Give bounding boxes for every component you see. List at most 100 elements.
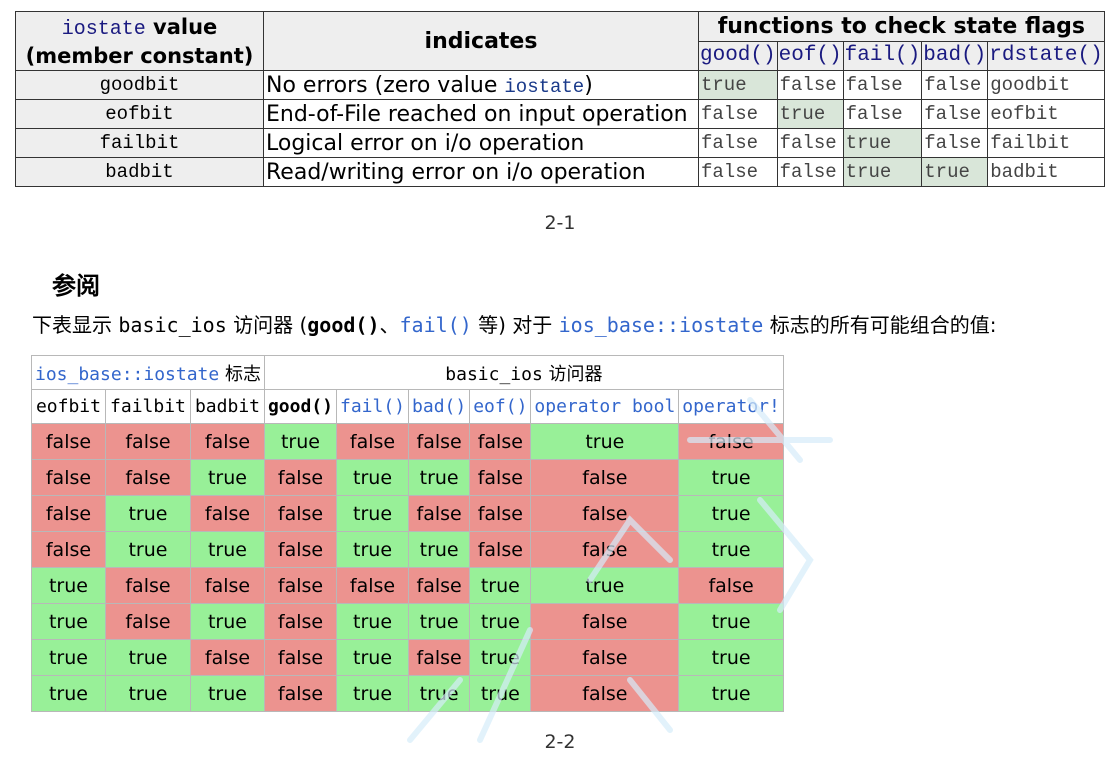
value-cell: true [335,495,410,532]
flag-name: goodbit [15,70,264,100]
header-function-fail: fail() [842,40,923,71]
flag-name: eofbit [15,99,264,129]
value-cell: true [469,603,532,640]
value-cell: false [104,567,192,604]
value-cell: true [678,495,784,532]
flag-description: Read/writing error on i/o operation [263,157,699,187]
value-cell: true [190,675,265,712]
state-value-cell: false [776,157,844,187]
value-cell: false [263,675,338,712]
table-row: false true true false true true false false true [31,531,784,568]
flag-description: No errors (zero value iostate) [263,70,699,100]
column-bad[interactable]: bad() [408,389,471,424]
iostate-flags-table: iostate value (member constant) indicate… [15,11,1105,187]
group-iostate-flags: ios_base::iostate 标志 [31,355,265,390]
state-value-cell: failbit [987,128,1105,158]
intro-text-3: 、 [379,313,400,337]
caption-2-1: 2-1 [544,212,576,234]
state-value-cell: false [698,157,778,187]
value-cell: false [530,459,680,496]
state-value-cell: false [698,99,778,129]
section-heading: 参阅 [52,272,100,300]
table-row: false true false false true false false false tr… [31,495,784,532]
value-cell: true [104,531,192,568]
value-cell: false [530,603,680,640]
header-function-bad: bad() [921,40,989,71]
flag-description: Logical error on i/o operation [263,128,699,158]
description-pre: No errors (zero value [266,72,505,98]
column-eofbit: eofbit [31,389,106,424]
header-function-rdstate: rdstate() [987,40,1105,71]
value-cell: false [190,639,265,676]
value-cell: false [31,531,106,568]
flag-row-eofbit: eofbit End-of-File reached on input opera… [15,99,1105,129]
value-cell: true [678,459,784,496]
column-eof[interactable]: eof() [469,389,532,424]
intro-text-2: 访问器 ( [226,313,308,337]
intro-iostate-link[interactable]: ios_base::iostate [559,313,764,337]
header-iostate-code: iostate [61,17,146,41]
header-function-good: good() [698,40,778,71]
intro-fail-link[interactable]: fail() [400,313,472,337]
table-row: true true false false true false true false true [31,639,784,676]
column-fail[interactable]: fail() [335,389,410,424]
value-cell: false [530,531,680,568]
state-value-cell: true [776,99,844,129]
value-cell: false [678,423,784,460]
group-basic-ios-code: basic_ios [445,363,543,385]
column-operator[interactable]: operator! [678,389,784,424]
state-value-cell: eofbit [987,99,1105,129]
column-operator-bool[interactable]: operator bool [530,389,680,424]
header-functions: functions to check state flags [698,11,1105,42]
intro-paragraph: 下表显示 basic_ios 访问器 (good()、fail() 等) 对于 … [32,309,996,338]
value-cell: false [469,495,532,532]
value-cell: true [104,639,192,676]
state-value-cell: false [921,128,989,158]
value-cell: true [408,603,471,640]
state-value-cell: false [921,99,989,129]
value-cell: false [104,423,192,460]
header-iostate-value: iostate value (member constant) [15,11,264,71]
value-cell: true [678,675,784,712]
value-cell: false [408,567,471,604]
state-value-cell: false [698,128,778,158]
caption-2-2: 2-2 [544,731,576,753]
description-pre: Read/writing error on i/o operation [266,159,646,185]
description-code: iostate [504,75,585,98]
flag-description: End-of-File reached on input operation [263,99,699,129]
value-cell: false [530,495,680,532]
state-value-cell: true [842,157,923,187]
state-value-cell: false [842,70,923,100]
value-cell: false [408,639,471,676]
value-cell: true [530,567,680,604]
value-cell: false [31,495,106,532]
value-cell: false [190,423,265,460]
intro-good: good() [307,313,380,337]
value-cell: false [530,639,680,676]
group-iostate-link[interactable]: ios_base::iostate [35,364,219,385]
state-value-cell: true [921,157,989,187]
value-cell: false [469,459,532,496]
accessor-values-table: ios_base::iostate 标志 basic_ios 访问器 eofbi… [31,355,784,712]
table-row: false false false true false false false true fa… [31,423,784,460]
header-value-word: value [153,14,218,39]
value-cell: true [31,603,106,640]
table-row: false false true false true true false false tru… [31,459,784,496]
group-basic-ios-accessors: basic_ios 访问器 [263,355,784,390]
value-cell: true [31,639,106,676]
value-cell: true [190,459,265,496]
state-value-cell: true [842,128,923,158]
column-failbit: failbit [104,389,192,424]
column-badbit: badbit [190,389,265,424]
value-cell: true [104,495,192,532]
flag-row-badbit: badbit Read/writing error on i/o operatio… [15,157,1105,187]
value-cell: true [335,459,410,496]
group-iostate-text: 标志 [219,363,261,385]
value-cell: false [335,567,410,604]
state-value-cell: goodbit [987,70,1105,100]
value-cell: true [335,531,410,568]
table-row: true false true false true true true false true [31,603,784,640]
flag-row-failbit: failbit Logical error on i/o operation fal… [15,128,1105,158]
header-indicates: indicates [263,11,699,71]
table-row: true false false false false false true true fal… [31,567,784,604]
